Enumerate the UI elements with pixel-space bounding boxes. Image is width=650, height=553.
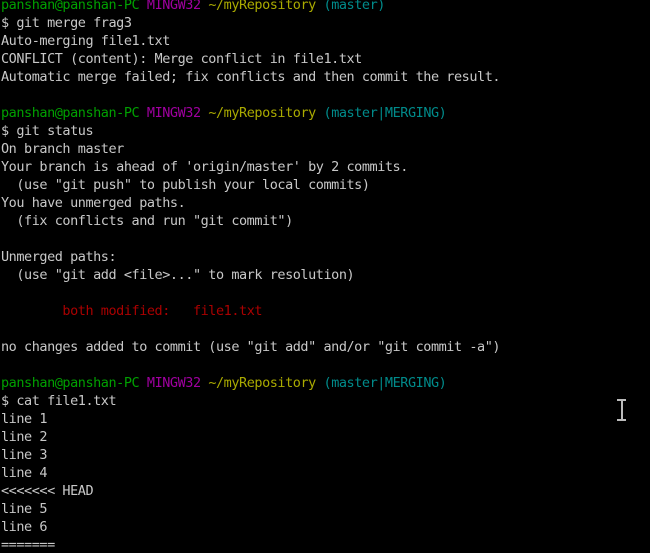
prompt-space-1 bbox=[139, 105, 147, 121]
prompt-line-cat: panshan@panshan-PC MINGW32 ~/myRepositor… bbox=[0, 374, 650, 392]
cat-output-line-6: line 6 bbox=[1, 519, 48, 535]
prompt-path: ~/myRepository bbox=[208, 375, 316, 391]
conflict-marker-head: <<<<<<< HEAD bbox=[1, 483, 94, 499]
status-output-line-6: (use "git add <file>..." to mark resolut… bbox=[1, 267, 355, 283]
prompt-shell-name: MINGW32 bbox=[146, 105, 201, 121]
status-footer: no changes added to commit (use "git add… bbox=[1, 339, 501, 355]
status-output-line-4: (fix conflicts and run "git commit") bbox=[1, 213, 293, 229]
status-output-line-1: Your branch is ahead of 'origin/master' … bbox=[1, 159, 408, 175]
unmerged-entry-label: both modified: bbox=[1, 303, 193, 319]
prompt-space-3 bbox=[316, 0, 324, 13]
unmerged-entry-file: file1.txt bbox=[192, 303, 263, 319]
status-output-line-0: On branch master bbox=[1, 141, 124, 157]
prompt-path: ~/myRepository bbox=[208, 105, 316, 121]
prompt-shell-name: MINGW32 bbox=[146, 0, 201, 13]
unmerged-file-entry: both modified: file1.txt bbox=[0, 302, 650, 320]
prompt-space-1 bbox=[139, 375, 147, 391]
prompt-space-3 bbox=[316, 105, 324, 121]
cat-output-line-2: line 3 bbox=[1, 447, 48, 463]
status-output-line-5: Unmerged paths: bbox=[1, 249, 117, 265]
prompt-line-status: panshan@panshan-PC MINGW32 ~/myRepositor… bbox=[0, 104, 650, 122]
cat-output-line-1: line 2 bbox=[1, 429, 48, 445]
prompt-branch-merging: (master|MERGING) bbox=[323, 375, 447, 391]
prompt-line-merge: panshan@panshan-PC MINGW32 ~/myRepositor… bbox=[0, 0, 650, 14]
command-git-status: $ git status bbox=[1, 123, 94, 139]
prompt-user-host: panshan@panshan-PC bbox=[1, 105, 140, 121]
merge-output-line-2: Automatic merge failed; fix conflicts an… bbox=[1, 69, 501, 85]
merge-output-line-1: CONFLICT (content): Merge conflict in fi… bbox=[1, 51, 362, 67]
command-cat: $ cat file1.txt bbox=[1, 393, 117, 409]
status-output-line-3: You have unmerged paths. bbox=[1, 195, 186, 211]
terminal-window[interactable]: panshan@panshan-PC MINGW32 ~/myRepositor… bbox=[0, 0, 650, 553]
prompt-branch-merging: (master|MERGING) bbox=[323, 105, 447, 121]
cat-output-line-3: line 4 bbox=[1, 465, 48, 481]
command-git-merge: $ git merge frag3 bbox=[1, 15, 132, 31]
prompt-space-1 bbox=[139, 0, 147, 13]
cat-output-line-0: line 1 bbox=[1, 411, 48, 427]
prompt-path: ~/myRepository bbox=[208, 0, 316, 13]
prompt-user-host: panshan@panshan-PC bbox=[1, 0, 140, 13]
prompt-user-host: panshan@panshan-PC bbox=[1, 375, 140, 391]
cat-output-line-5: line 5 bbox=[1, 501, 48, 517]
status-output-line-2: (use "git push" to publish your local co… bbox=[1, 177, 370, 193]
merge-output-line-0: Auto-merging file1.txt bbox=[1, 33, 170, 49]
prompt-branch-master: (master) bbox=[323, 0, 386, 13]
conflict-marker-separator: ======= bbox=[1, 537, 55, 553]
prompt-shell-name: MINGW32 bbox=[146, 375, 201, 391]
prompt-space-3 bbox=[316, 375, 324, 391]
